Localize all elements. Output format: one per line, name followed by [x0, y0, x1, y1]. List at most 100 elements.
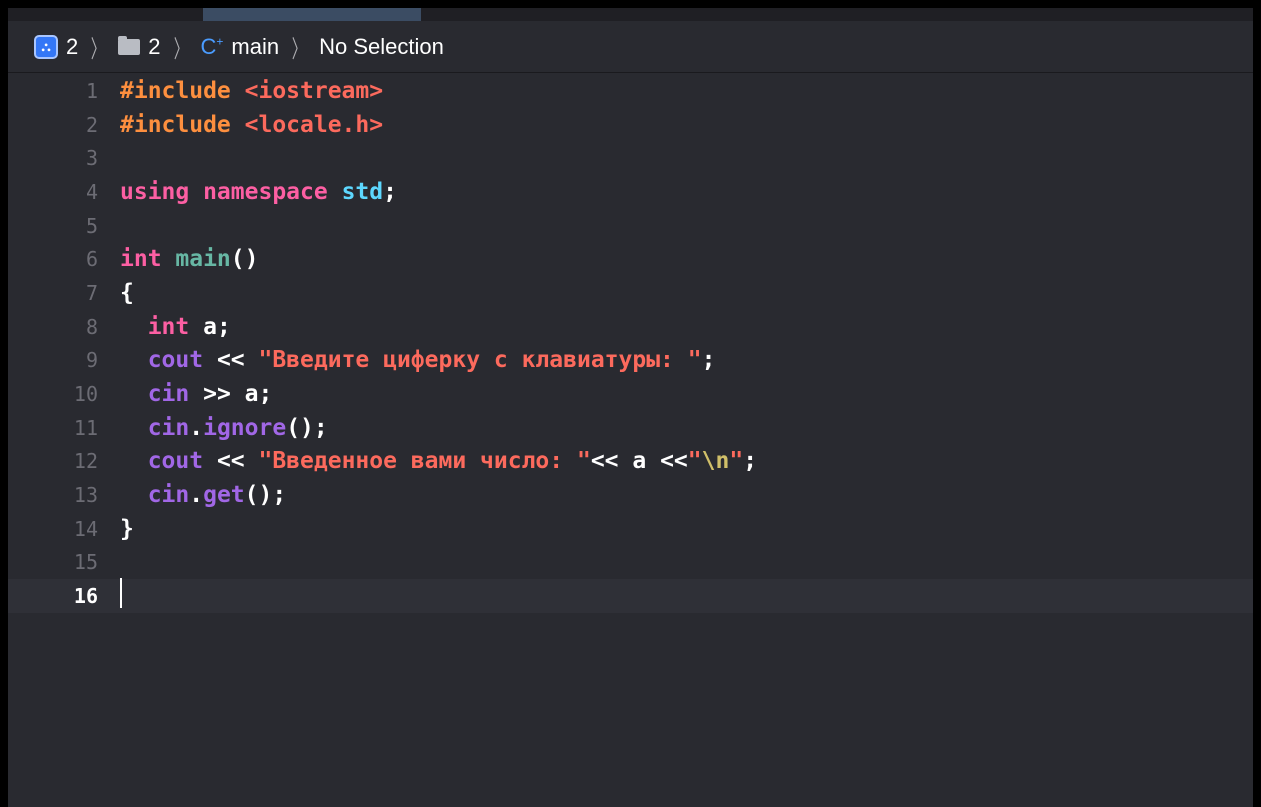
code-line[interactable]: 10 cin >> a; — [8, 377, 1253, 411]
jumpbar-selection-label: No Selection — [319, 33, 444, 59]
code-token: ; — [701, 347, 716, 374]
code-line[interactable]: 15 — [8, 546, 1253, 580]
folder-icon — [118, 35, 141, 55]
code-token: } — [120, 515, 134, 542]
code-token: std — [341, 178, 384, 205]
code-line[interactable]: 9 cout << "Введите циферку с клавиатуры:… — [8, 344, 1253, 378]
line-number: 8 — [85, 314, 98, 339]
jump-bar: ⛬ 2 〉 2 〉 C+ main 〉 No Selection — [8, 21, 1253, 73]
code-line[interactable]: 13 cin.get(); — [8, 478, 1253, 512]
code-line[interactable]: 11 cin.ignore(); — [8, 411, 1253, 445]
active-tab[interactable] — [203, 8, 421, 21]
code-token: cin — [147, 482, 190, 509]
line-number: 11 — [73, 415, 98, 440]
code-token: get — [203, 482, 245, 509]
code-token: cin — [147, 381, 190, 408]
tab-strip — [8, 8, 1253, 21]
code-line[interactable]: 14} — [8, 512, 1253, 546]
code-line[interactable]: 2 #include <locale.h> — [8, 108, 1253, 142]
line-number: 10 — [73, 382, 98, 407]
jumpbar-folder-label: 2 — [148, 33, 161, 59]
code-token: "Введенное вами число: " — [258, 448, 591, 475]
code-line[interactable]: 8 int a; — [8, 310, 1253, 344]
code-token: >> a; — [189, 381, 273, 408]
code-token: { — [120, 279, 134, 306]
code-token: cin — [147, 414, 190, 441]
xcode-project-icon: ⛬ — [34, 34, 58, 59]
line-number: 4 — [85, 179, 98, 204]
jumpbar-file[interactable]: C+ main — [201, 34, 280, 60]
xcode-editor-window: ⛬ 2 〉 2 〉 C+ main 〉 No Selection 1 #inclu… — [8, 8, 1253, 807]
code-line[interactable]: 4 using namespace std; — [8, 175, 1253, 209]
jumpbar-project-label: 2 — [66, 33, 79, 59]
code-text[interactable]: cout << "Введите циферку с клавиатуры: "… — [120, 347, 716, 374]
code-token: << — [203, 448, 259, 475]
chevron-right-icon: 〉 — [173, 36, 188, 63]
chevron-right-icon: 〉 — [291, 36, 307, 63]
line-number: 7 — [85, 280, 98, 305]
code-line[interactable]: 1 #include <iostream> — [8, 74, 1253, 108]
jumpbar-folder[interactable]: 2 — [118, 33, 161, 60]
code-text[interactable]: } — [120, 516, 134, 542]
code-token: int — [120, 246, 176, 273]
code-line[interactable]: 5 — [8, 209, 1253, 243]
code-token: #include — [120, 77, 245, 104]
code-token: (); — [286, 414, 328, 441]
text-cursor — [120, 578, 122, 609]
code-token: int — [147, 313, 190, 340]
code-text[interactable]: cin.ignore(); — [120, 415, 328, 441]
code-token: " — [687, 448, 702, 475]
code-token: . — [189, 482, 204, 509]
code-token: " — [729, 448, 744, 475]
code-token: (); — [244, 482, 287, 509]
code-editor[interactable]: 1 #include <iostream> 2 #include <locale.h>… — [8, 74, 1253, 807]
line-number: 9 — [85, 348, 98, 373]
code-text[interactable]: #include <locale.h> — [120, 112, 383, 138]
code-token: main — [175, 246, 231, 273]
code-line[interactable]: 6 int main() — [8, 242, 1253, 276]
code-token: cout — [147, 347, 204, 374]
code-text[interactable]: int a; — [120, 314, 231, 340]
code-text[interactable]: cout << "Введенное вами число: "<< a <<"… — [120, 448, 757, 474]
code-line[interactable]: 7{ — [8, 276, 1253, 310]
code-text[interactable]: int main() — [120, 246, 258, 272]
code-text[interactable]: using namespace std; — [120, 179, 397, 205]
code-token: << a << — [590, 448, 688, 475]
code-token: ignore — [203, 414, 287, 441]
line-number: 16 — [73, 584, 98, 609]
code-token: ; — [743, 448, 758, 475]
chevron-right-icon: 〉 — [91, 36, 106, 63]
line-number: 2 — [85, 112, 98, 137]
code-token: <iostream> — [244, 77, 384, 104]
code-token: #include — [120, 111, 245, 138]
line-number: 5 — [85, 213, 98, 238]
line-number: 13 — [73, 483, 98, 508]
code-text[interactable] — [120, 578, 122, 614]
code-token: . — [189, 414, 204, 441]
code-token: ; — [383, 178, 397, 205]
code-token: a; — [189, 313, 231, 340]
code-text[interactable]: { — [120, 280, 134, 306]
code-line[interactable]: 12 cout << "Введенное вами число: "<< a … — [8, 445, 1253, 479]
jumpbar-project[interactable]: ⛬ 2 — [34, 34, 78, 60]
cpp-file-icon: C+ — [200, 33, 224, 59]
jumpbar-selection[interactable]: No Selection — [319, 34, 444, 60]
line-number: 1 — [85, 78, 98, 103]
code-line[interactable]: 16 — [8, 578, 1253, 614]
code-token: << — [203, 347, 259, 374]
code-token: "Введите циферку с клавиатуры: " — [258, 347, 702, 374]
code-text[interactable]: cin.get(); — [120, 482, 287, 509]
code-line[interactable]: 3 — [8, 141, 1253, 175]
code-text[interactable]: #include <iostream> — [120, 78, 383, 104]
line-number: 6 — [85, 247, 98, 272]
jumpbar-file-label: main — [231, 33, 280, 59]
code-text[interactable]: cin >> a; — [120, 381, 273, 408]
code-token: \n — [701, 448, 730, 475]
line-number: 12 — [73, 449, 98, 474]
